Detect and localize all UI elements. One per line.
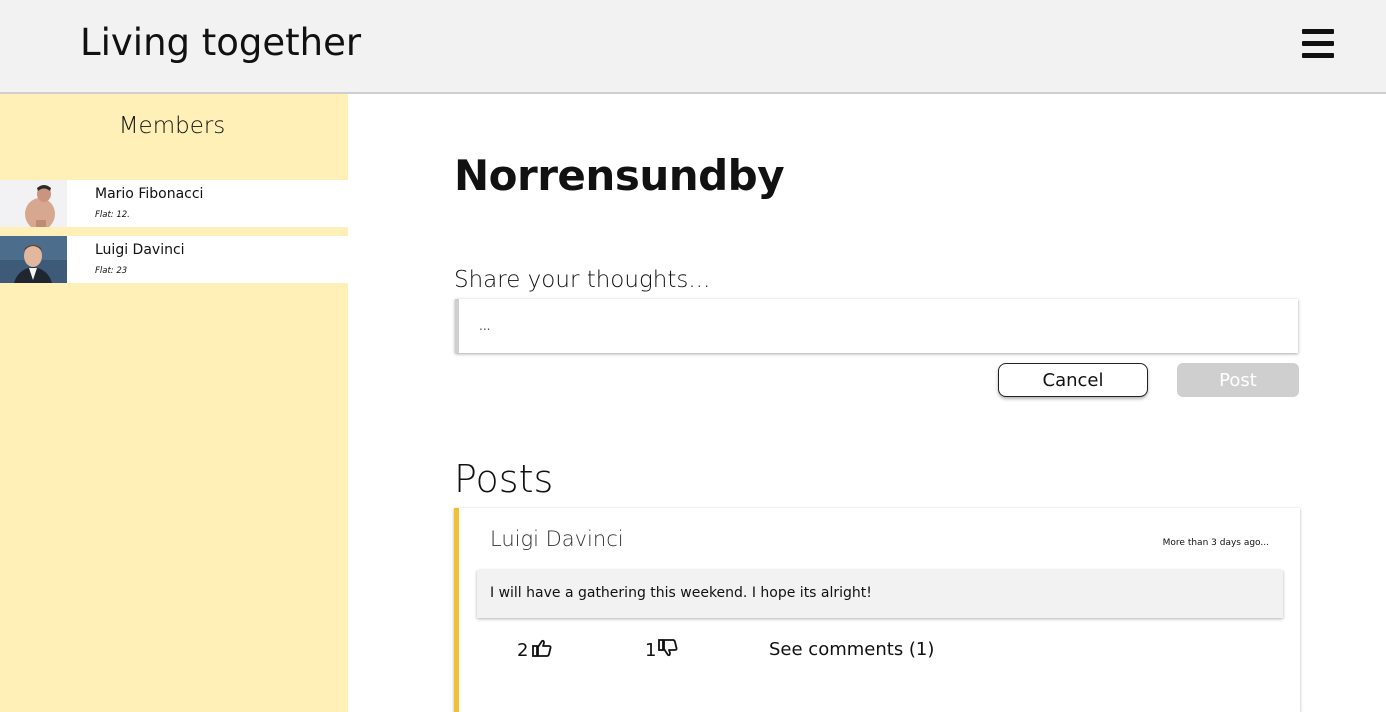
dislike-button[interactable]: 1 [645, 639, 678, 662]
like-count: 2 [517, 640, 529, 661]
app-title: Living together [80, 21, 362, 64]
members-title: Members [118, 113, 226, 139]
post-button[interactable]: Post [1177, 363, 1299, 397]
member-flat: Flat: 23 [95, 266, 128, 276]
posts-heading: Posts [454, 457, 554, 501]
page-title: Norrensundby [454, 151, 785, 200]
thumbs-down-icon [658, 639, 678, 662]
member-name: Luigi Davinci [95, 242, 185, 258]
app-header: Living together [0, 0, 1386, 94]
like-button[interactable]: 2 [517, 639, 552, 662]
cancel-button[interactable]: Cancel [998, 363, 1148, 397]
member-name: Mario Fibonacci [95, 186, 204, 202]
see-comments-link[interactable]: See comments (1) [769, 639, 934, 660]
member-flat: Flat: 12. [95, 210, 130, 220]
share-label: Share your thoughts... [454, 267, 711, 293]
thoughts-input[interactable] [455, 299, 1298, 353]
post-card: Luigi Davinci More than 3 days ago... I … [454, 508, 1300, 712]
hamburger-menu-icon[interactable] [1300, 28, 1336, 60]
post-author: Luigi Davinci [490, 527, 624, 551]
avatar [0, 180, 67, 227]
post-timestamp: More than 3 days ago... [1162, 538, 1269, 548]
members-sidebar: Members Mario Fibonacci Flat: 12. Luigi … [0, 94, 348, 712]
avatar [0, 236, 67, 283]
dislike-count: 1 [645, 640, 657, 661]
post-body: I will have a gathering this weekend. I … [477, 570, 1283, 618]
member-item[interactable]: Luigi Davinci Flat: 23 [0, 236, 348, 283]
member-item[interactable]: Mario Fibonacci Flat: 12. [0, 180, 348, 227]
thumbs-up-icon [532, 639, 552, 662]
